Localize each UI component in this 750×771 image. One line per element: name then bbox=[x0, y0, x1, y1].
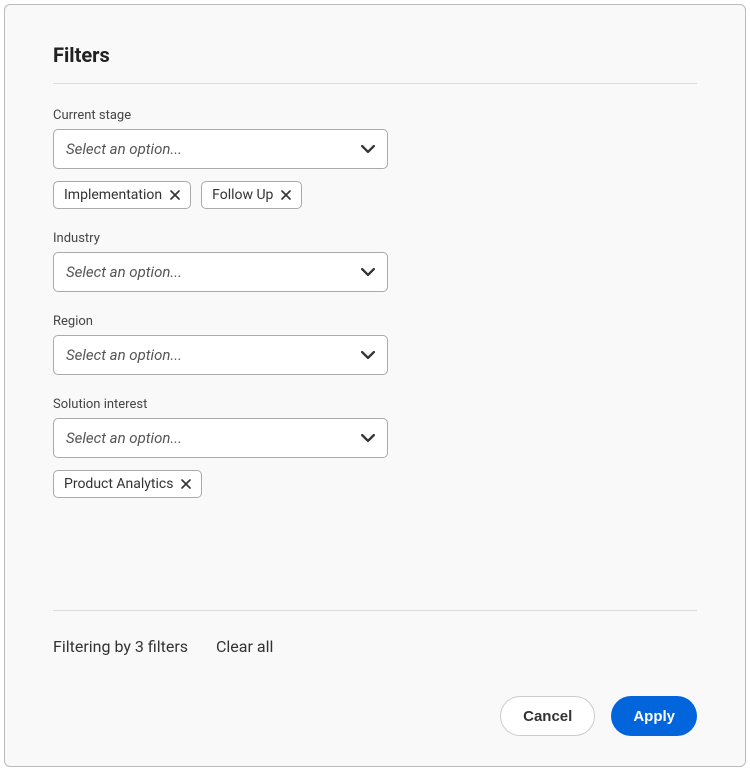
solution-interest-tags: Product Analytics bbox=[53, 470, 697, 498]
footer-summary: Filtering by 3 filters Clear all bbox=[53, 611, 697, 656]
current-stage-select[interactable]: Select an option... bbox=[53, 129, 388, 169]
filters-body: Current stage Select an option... Implem… bbox=[53, 84, 697, 610]
current-stage-tags: Implementation Follow Up bbox=[53, 181, 697, 209]
filter-group-region: Region Select an option... bbox=[53, 314, 697, 375]
select-placeholder: Select an option... bbox=[66, 263, 182, 281]
clear-all-link[interactable]: Clear all bbox=[216, 637, 273, 656]
current-stage-label: Current stage bbox=[53, 108, 697, 123]
industry-label: Industry bbox=[53, 231, 697, 246]
filter-group-industry: Industry Select an option... bbox=[53, 231, 697, 292]
solution-interest-select[interactable]: Select an option... bbox=[53, 418, 388, 458]
dialog-actions: Cancel Apply bbox=[53, 656, 697, 736]
cancel-button[interactable]: Cancel bbox=[500, 696, 595, 736]
tag-label: Implementation bbox=[64, 187, 162, 203]
chevron-down-icon bbox=[361, 265, 375, 279]
region-label: Region bbox=[53, 314, 697, 329]
close-icon[interactable] bbox=[181, 479, 191, 489]
tag-label: Product Analytics bbox=[64, 476, 173, 492]
filter-group-solution-interest: Solution interest Select an option... Pr… bbox=[53, 397, 697, 498]
close-icon[interactable] bbox=[281, 190, 291, 200]
filter-count-text: Filtering by 3 filters bbox=[53, 637, 188, 656]
apply-button[interactable]: Apply bbox=[611, 696, 697, 736]
dialog-title: Filters bbox=[53, 43, 697, 67]
select-placeholder: Select an option... bbox=[66, 346, 182, 364]
tag-label: Follow Up bbox=[212, 187, 273, 203]
select-placeholder: Select an option... bbox=[66, 429, 182, 447]
tag-product-analytics: Product Analytics bbox=[53, 470, 202, 498]
region-select[interactable]: Select an option... bbox=[53, 335, 388, 375]
chevron-down-icon bbox=[361, 142, 375, 156]
industry-select[interactable]: Select an option... bbox=[53, 252, 388, 292]
filter-group-current-stage: Current stage Select an option... Implem… bbox=[53, 108, 697, 209]
tag-implementation: Implementation bbox=[53, 181, 191, 209]
filters-dialog: Filters Current stage Select an option..… bbox=[4, 4, 746, 767]
chevron-down-icon bbox=[361, 431, 375, 445]
tag-follow-up: Follow Up bbox=[201, 181, 302, 209]
chevron-down-icon bbox=[361, 348, 375, 362]
select-placeholder: Select an option... bbox=[66, 140, 182, 158]
close-icon[interactable] bbox=[170, 190, 180, 200]
solution-interest-label: Solution interest bbox=[53, 397, 697, 412]
